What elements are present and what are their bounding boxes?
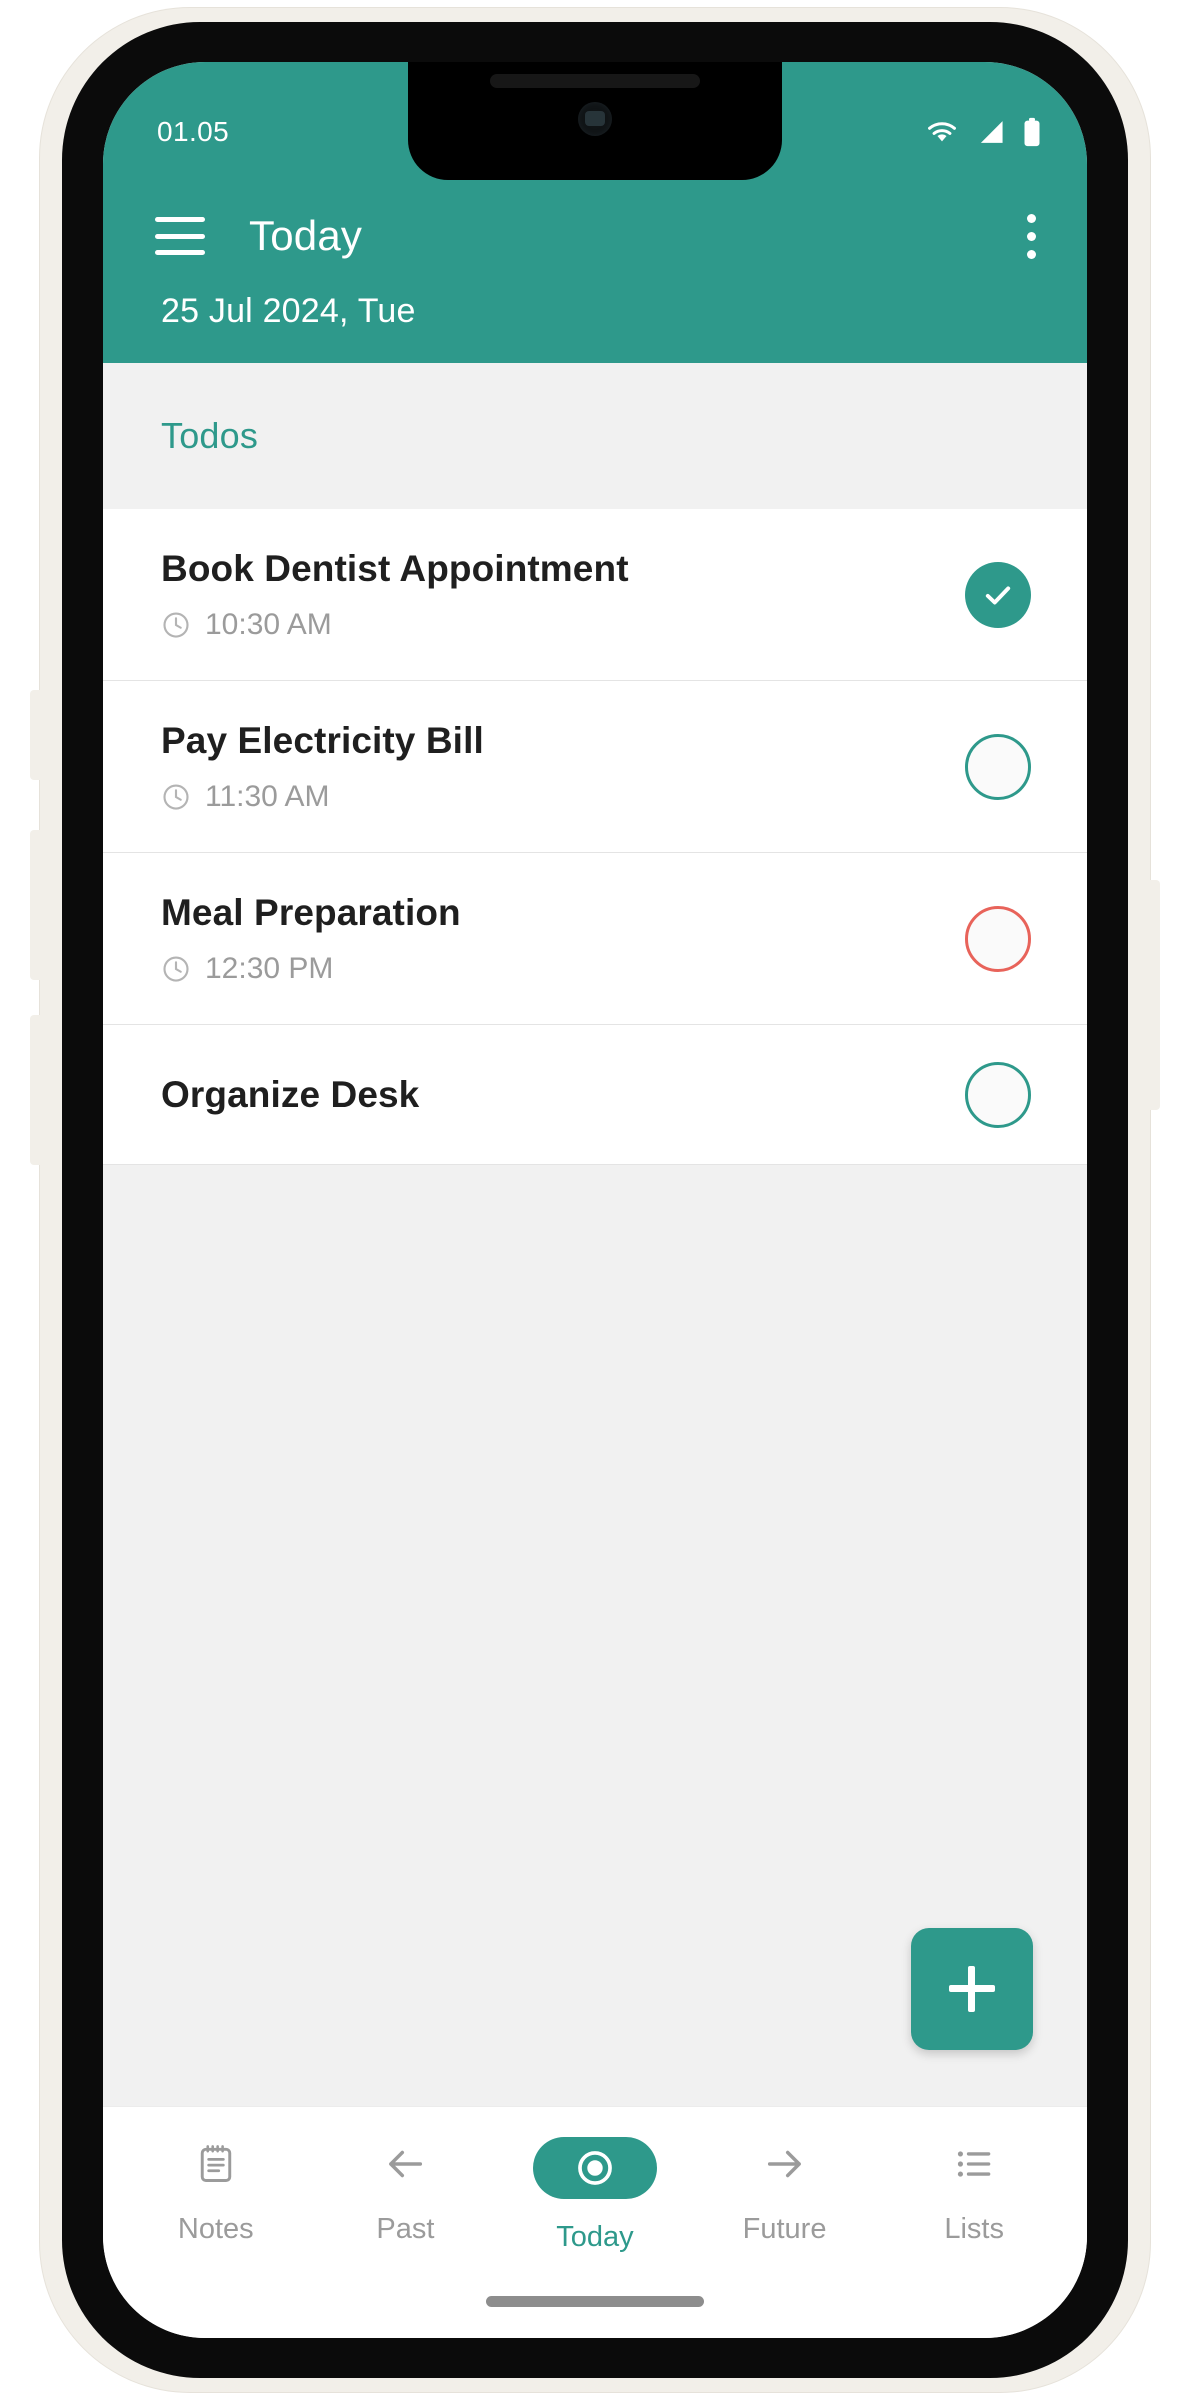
nav-item-lists[interactable]: Lists	[879, 2137, 1069, 2246]
todo-time: 11:30 AM	[161, 780, 484, 814]
nav-item-today[interactable]: Today	[500, 2137, 690, 2254]
todo-title: Book Dentist Appointment	[161, 547, 629, 589]
todo-item[interactable]: Pay Electricity Bill 11:30 AM	[103, 681, 1087, 853]
todo-list: Book Dentist Appointment 10:30 AM Pay El…	[103, 509, 1087, 1165]
nav-item-past[interactable]: Past	[311, 2137, 501, 2246]
list-icon	[952, 2137, 996, 2191]
todo-checkbox-overdue[interactable]	[965, 905, 1031, 972]
page-title: Today	[249, 212, 363, 259]
todo-checkbox-unchecked[interactable]	[965, 1061, 1031, 1128]
clock-icon	[161, 954, 191, 984]
todo-item-content: Pay Electricity Bill 11:30 AM	[161, 720, 484, 814]
phone-button-volume-up[interactable]	[30, 830, 44, 980]
nav-label: Future	[742, 2213, 827, 2245]
phone-button-volume-down[interactable]	[30, 1015, 44, 1165]
status-bar-clock: 01.05	[157, 116, 230, 147]
nav-label: Lists	[944, 2213, 1004, 2245]
todo-item-content: Organize Desk	[161, 1074, 419, 1116]
todo-checkbox-unchecked[interactable]	[965, 733, 1031, 800]
todo-checkbox-checked[interactable]	[965, 561, 1031, 628]
arrow-left-icon	[382, 2137, 428, 2191]
plus-icon	[949, 1966, 995, 2012]
todo-time: 10:30 AM	[161, 608, 629, 642]
bottom-navigation: Notes Past Today Future Lists	[103, 2106, 1087, 2292]
app-bar: Today	[103, 180, 1087, 292]
notepad-icon	[194, 2137, 238, 2191]
nav-label: Past	[376, 2213, 435, 2245]
signal-icon	[976, 119, 1006, 145]
todo-item-content: Meal Preparation 12:30 PM	[161, 892, 461, 986]
todo-item-content: Book Dentist Appointment 10:30 AM	[161, 548, 629, 642]
current-date-label: 25 Jul 2024, Tue	[103, 292, 1087, 363]
section-header-todos: Todos	[103, 363, 1087, 509]
todo-time: 12:30 PM	[161, 952, 461, 986]
todo-title: Organize Desk	[161, 1073, 420, 1115]
nav-label: Today	[556, 2221, 634, 2253]
earpiece-speaker	[490, 74, 700, 88]
todo-item[interactable]: Organize Desk	[103, 1025, 1087, 1165]
clock-icon	[161, 782, 191, 812]
phone-screen: 01.05 Today 25 Jul 2024, Tue Todos Book …	[103, 62, 1087, 2338]
arrow-right-icon	[762, 2137, 808, 2191]
todo-item[interactable]: Meal Preparation 12:30 PM	[103, 853, 1087, 1025]
phone-button-power[interactable]	[1146, 880, 1160, 1110]
todo-title: Pay Electricity Bill	[161, 719, 484, 761]
more-vertical-icon[interactable]	[1025, 213, 1037, 259]
front-camera-icon	[578, 102, 612, 136]
todo-time-label: 10:30 AM	[205, 607, 332, 641]
battery-icon	[1023, 117, 1041, 147]
todo-time-label: 12:30 PM	[205, 951, 334, 985]
phone-button-silent[interactable]	[30, 690, 44, 780]
todo-title: Meal Preparation	[161, 891, 461, 933]
nav-item-future[interactable]: Future	[690, 2137, 880, 2246]
nav-label: Notes	[177, 2213, 254, 2245]
nav-item-notes[interactable]: Notes	[121, 2137, 311, 2246]
hamburger-menu-icon[interactable]	[155, 217, 205, 255]
status-bar-icons	[925, 95, 1041, 147]
home-indicator[interactable]	[103, 2292, 1087, 2338]
todo-item[interactable]: Book Dentist Appointment 10:30 AM	[103, 509, 1087, 681]
todo-time-label: 11:30 AM	[205, 779, 330, 813]
clock-icon	[161, 610, 191, 640]
content-area	[103, 1165, 1087, 2106]
screenshot-root: 01.05 Today 25 Jul 2024, Tue Todos Book …	[0, 0, 1188, 2400]
wifi-icon	[925, 119, 959, 145]
target-circle-icon	[532, 2137, 657, 2199]
add-todo-fab[interactable]	[911, 1928, 1033, 2050]
